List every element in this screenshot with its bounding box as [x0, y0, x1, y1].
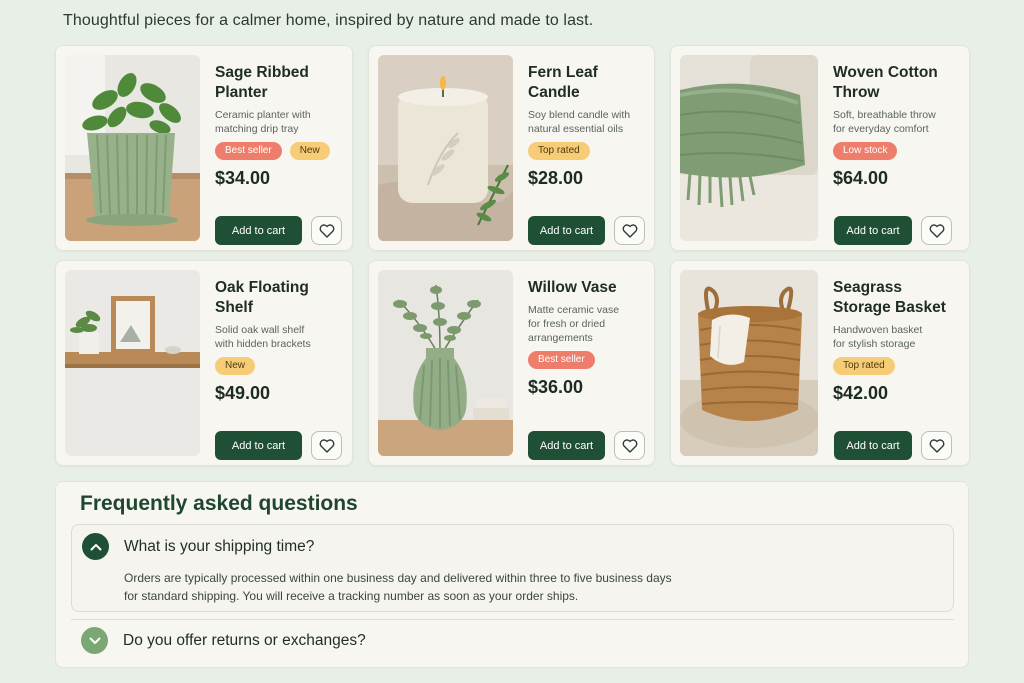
product-actions: Add to cart [834, 431, 952, 460]
product-info: Seagrass Storage Basket Handwoven basket… [818, 270, 960, 456]
faq-item-shipping[interactable]: What is your shipping time? Orders are t… [71, 524, 954, 612]
chevron-up-icon[interactable] [82, 533, 109, 560]
product-actions: Add to cart [834, 216, 952, 245]
product-actions: Add to cart [528, 216, 645, 245]
badge-row: New [215, 357, 343, 375]
product-image-planter[interactable] [65, 55, 200, 241]
badge-new: New [289, 142, 330, 160]
product-card[interactable]: Woven Cotton Throw Soft, breathable thro… [670, 45, 970, 251]
product-card[interactable]: Seagrass Storage Basket Handwoven basket… [670, 260, 970, 466]
product-description: Handwoven basket for stylish storage [833, 324, 923, 350]
product-description: Matte ceramic vase for fresh or dried ar… [528, 304, 620, 344]
product-price: $49.00 [215, 383, 271, 403]
product-name[interactable]: Woven Cotton Throw [833, 63, 960, 103]
product-card[interactable]: Oak Floating Shelf Solid oak wall shelf … [55, 260, 353, 466]
badge-new: New [215, 357, 256, 375]
product-name[interactable]: Oak Floating Shelf [215, 278, 343, 318]
product-card[interactable]: Fern Leaf Candle Soy blend candle with n… [368, 45, 655, 251]
product-price: $64.00 [833, 168, 889, 188]
faq-answer: Orders are typically processed within on… [124, 571, 672, 603]
page-tagline: Thoughtful pieces for a calmer home, ins… [63, 12, 594, 29]
product-name[interactable]: Willow Vase [528, 278, 645, 298]
heart-icon [319, 438, 334, 453]
badge-row: Top rated [833, 357, 960, 375]
faq-question[interactable]: Do you offer returns or exchanges? [123, 632, 366, 650]
badge-row: Best seller [528, 351, 645, 369]
badge-top-rated: Top rated [833, 357, 895, 375]
add-to-cart-button[interactable]: Add to cart [834, 431, 912, 460]
badge-top-rated: Top rated [528, 142, 590, 160]
badge-row: Best seller New [215, 142, 343, 160]
wishlist-button[interactable] [614, 431, 645, 460]
product-name[interactable]: Fern Leaf Candle [528, 63, 645, 103]
product-description: Ceramic planter with matching drip tray [215, 109, 311, 135]
product-info: Willow Vase Matte ceramic vase for fresh… [513, 270, 645, 456]
wishlist-button[interactable] [921, 216, 952, 245]
badge-best-seller: Best seller [528, 351, 595, 369]
product-image-vase[interactable] [378, 270, 513, 456]
product-price: $34.00 [215, 168, 271, 188]
faq-section: Frequently asked questions What is your … [55, 481, 969, 668]
product-info: Oak Floating Shelf Solid oak wall shelf … [200, 270, 343, 456]
badge-low-stock: Low stock [833, 142, 898, 160]
heart-icon [622, 438, 637, 453]
product-description: Solid oak wall shelf with hidden bracket… [215, 324, 311, 350]
heart-icon [929, 438, 944, 453]
product-image-basket[interactable] [680, 270, 818, 456]
badge-row: Low stock [833, 142, 960, 160]
add-to-cart-button[interactable]: Add to cart [528, 216, 605, 245]
product-name[interactable]: Seagrass Storage Basket [833, 278, 960, 318]
product-info: Sage Ribbed Planter Ceramic planter with… [200, 55, 343, 241]
product-page: Thoughtful pieces for a calmer home, ins… [0, 0, 1024, 683]
product-image-candle[interactable] [378, 55, 513, 241]
chevron-down-icon[interactable] [81, 627, 108, 654]
product-card[interactable]: Willow Vase Matte ceramic vase for fresh… [368, 260, 655, 466]
add-to-cart-button[interactable]: Add to cart [215, 431, 302, 460]
product-actions: Add to cart [215, 431, 342, 460]
add-to-cart-button[interactable]: Add to cart [834, 216, 912, 245]
faq-title: Frequently asked questions [80, 492, 358, 515]
product-description: Soy blend candle with natural essential … [528, 109, 631, 135]
wishlist-button[interactable] [921, 431, 952, 460]
heart-icon [319, 223, 334, 238]
add-to-cart-button[interactable]: Add to cart [528, 431, 605, 460]
wishlist-button[interactable] [311, 431, 342, 460]
heart-icon [622, 223, 637, 238]
product-price: $36.00 [528, 377, 584, 397]
product-actions: Add to cart [215, 216, 342, 245]
product-description: Soft, breathable throw for everyday comf… [833, 109, 936, 135]
add-to-cart-button[interactable]: Add to cart [215, 216, 302, 245]
product-grid: Sage Ribbed Planter Ceramic planter with… [55, 45, 970, 466]
product-actions: Add to cart [528, 431, 645, 460]
faq-question[interactable]: What is your shipping time? [124, 538, 314, 556]
wishlist-button[interactable] [614, 216, 645, 245]
wishlist-button[interactable] [311, 216, 342, 245]
product-info: Woven Cotton Throw Soft, breathable thro… [818, 55, 960, 241]
product-info: Fern Leaf Candle Soy blend candle with n… [513, 55, 645, 241]
product-name[interactable]: Sage Ribbed Planter [215, 63, 343, 103]
product-card[interactable]: Sage Ribbed Planter Ceramic planter with… [55, 45, 353, 251]
divider [71, 619, 954, 620]
product-image-shelf[interactable] [65, 270, 200, 456]
product-price: $42.00 [833, 383, 889, 403]
product-image-throw[interactable] [680, 55, 818, 241]
product-price: $28.00 [528, 168, 584, 188]
badge-best-seller: Best seller [215, 142, 282, 160]
badge-row: Top rated [528, 142, 645, 160]
heart-icon [929, 223, 944, 238]
